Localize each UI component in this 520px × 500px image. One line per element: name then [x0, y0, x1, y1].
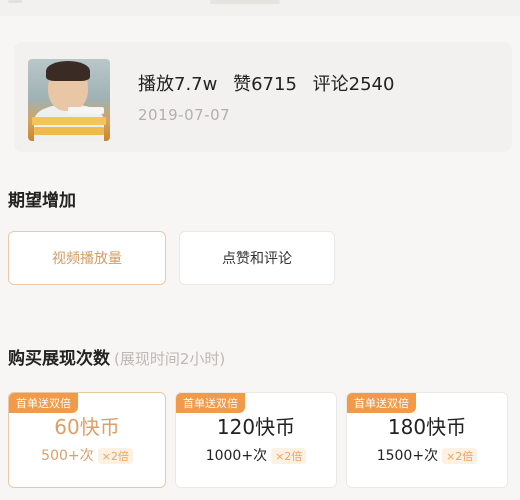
purchase-title: 购买展现次数 — [8, 349, 110, 369]
video-card[interactable]: 播放7.7w 赞6715 评论2540 2019-07-07 — [14, 42, 512, 152]
option-likes-comments[interactable]: 点赞和评论 — [179, 231, 335, 285]
package-amount: 1500+次 ×2倍 — [347, 445, 507, 465]
package-amount: 500+次 ×2倍 — [9, 445, 165, 465]
package-120[interactable]: 首单送双倍 120快币 1000+次 ×2倍 — [175, 392, 337, 488]
package-amount: 1000+次 ×2倍 — [176, 445, 336, 465]
package-count: 1000+次 — [205, 448, 268, 464]
package-count: 1500+次 — [376, 448, 439, 464]
thumbnail-caption — [34, 127, 104, 135]
play-count: 播放7.7w — [138, 74, 218, 95]
multiplier-tag: ×2倍 — [442, 448, 478, 464]
video-stats: 播放7.7w 赞6715 评论2540 — [138, 70, 404, 96]
thumbnail-caption — [32, 117, 106, 125]
video-date: 2019-07-07 — [138, 106, 231, 124]
thumbnail-caption — [68, 107, 104, 114]
header-fragment — [210, 0, 280, 4]
package-price: 120快币 — [216, 415, 296, 439]
status-bar-fragment — [8, 0, 22, 3]
like-count: 赞6715 — [233, 74, 297, 95]
option-label: 点赞和评论 — [222, 251, 292, 267]
expect-section-title: 期望增加 — [8, 191, 76, 211]
option-video-plays[interactable]: 视频播放量 — [8, 231, 166, 285]
package-180[interactable]: 首单送双倍 180快币 1500+次 ×2倍 — [346, 392, 508, 488]
package-count: 500+次 — [41, 448, 94, 464]
package-60[interactable]: 首单送双倍 60快币 500+次 ×2倍 — [8, 392, 166, 488]
status-bar — [0, 0, 520, 16]
multiplier-tag: ×2倍 — [97, 448, 133, 464]
comment-count: 评论2540 — [312, 74, 395, 95]
multiplier-tag: ×2倍 — [271, 448, 307, 464]
thumbnail-figure-hair — [46, 61, 90, 81]
option-label: 视频播放量 — [52, 251, 122, 267]
first-order-badge: 首单送双倍 — [347, 393, 416, 413]
package-price: 180快币 — [387, 415, 467, 439]
first-order-badge: 首单送双倍 — [9, 393, 78, 413]
purchase-section-title: 购买展现次数 (展现时间2小时) — [8, 344, 225, 369]
first-order-badge: 首单送双倍 — [176, 393, 245, 413]
package-price: 60快币 — [54, 415, 120, 439]
purchase-hint: (展现时间2小时) — [114, 350, 226, 368]
video-thumbnail[interactable] — [28, 59, 110, 141]
